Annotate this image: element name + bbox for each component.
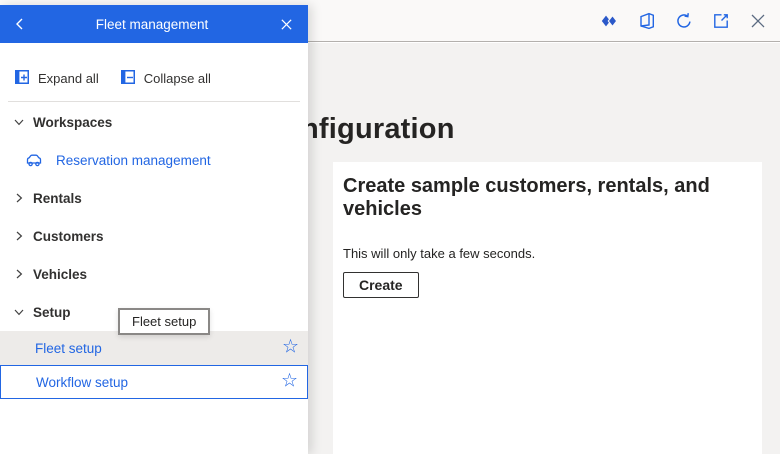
tree-group-label: Customers xyxy=(33,228,104,244)
car-icon xyxy=(25,153,43,168)
tree-item-label: Reservation management xyxy=(56,152,211,168)
screen: nfiguration Create sample customers, ren… xyxy=(0,0,780,454)
tree-group-label: Rentals xyxy=(33,190,82,206)
tree-group-label: Workspaces xyxy=(33,114,113,130)
office-icon[interactable] xyxy=(638,12,656,30)
tree-group-label: Vehicles xyxy=(33,266,88,282)
tree-group-label: Setup xyxy=(33,304,71,320)
tree-item-fleet-setup[interactable]: Fleet setup ☆ xyxy=(0,331,308,365)
favorite-star-icon[interactable]: ☆ xyxy=(281,371,298,391)
tree-group-vehicles[interactable]: Vehicles xyxy=(0,255,308,293)
tree-group-customers[interactable]: Customers xyxy=(0,217,308,255)
divider xyxy=(8,101,300,102)
tree-item-label: Fleet setup xyxy=(35,340,102,356)
refresh-icon[interactable] xyxy=(675,12,693,30)
page-title: nfiguration xyxy=(301,113,455,145)
create-button[interactable]: Create xyxy=(343,272,419,298)
tree-tools: Expand all Collapse all xyxy=(15,70,211,87)
tree-item-reservation-management[interactable]: Reservation management xyxy=(0,141,308,179)
favorite-star-icon[interactable]: ☆ xyxy=(282,337,299,357)
chevron-right-icon xyxy=(13,230,33,242)
dynamics-icon[interactable] xyxy=(601,12,619,30)
collapse-all-button[interactable]: Collapse all xyxy=(120,70,211,87)
collapse-all-icon xyxy=(120,70,135,87)
sample-data-card: Create sample customers, rentals, and ve… xyxy=(333,162,762,454)
app-header-icon-bar xyxy=(601,12,767,30)
chevron-down-icon xyxy=(13,116,33,128)
expand-all-label: Expand all xyxy=(38,71,99,86)
tree-group-workspaces[interactable]: Workspaces xyxy=(0,103,308,141)
tree-item-label: Workflow setup xyxy=(36,374,129,390)
flyout-close-icon[interactable] xyxy=(264,18,308,31)
fleet-management-flyout: Fleet management Expand all Collapse all… xyxy=(0,5,308,454)
chevron-down-icon xyxy=(13,306,33,318)
chevron-right-icon xyxy=(13,192,33,204)
expand-all-button[interactable]: Expand all xyxy=(15,70,99,87)
flyout-header: Fleet management xyxy=(0,5,308,43)
tree-item-workflow-setup[interactable]: Workflow setup ☆ xyxy=(0,365,308,399)
chevron-right-icon xyxy=(13,268,33,280)
navigation-tree: Workspaces Reservation management Rental… xyxy=(0,103,308,399)
flyout-title: Fleet management xyxy=(95,16,209,32)
fleet-setup-tooltip: Fleet setup xyxy=(118,308,211,335)
tree-group-rentals[interactable]: Rentals xyxy=(0,179,308,217)
card-description: This will only take a few seconds. xyxy=(343,246,536,261)
expand-all-icon xyxy=(15,70,29,87)
card-heading: Create sample customers, rentals, and ve… xyxy=(343,175,710,220)
close-icon[interactable] xyxy=(749,12,767,30)
back-icon[interactable] xyxy=(0,17,40,31)
collapse-all-label: Collapse all xyxy=(143,71,211,86)
popout-icon[interactable] xyxy=(712,12,730,30)
